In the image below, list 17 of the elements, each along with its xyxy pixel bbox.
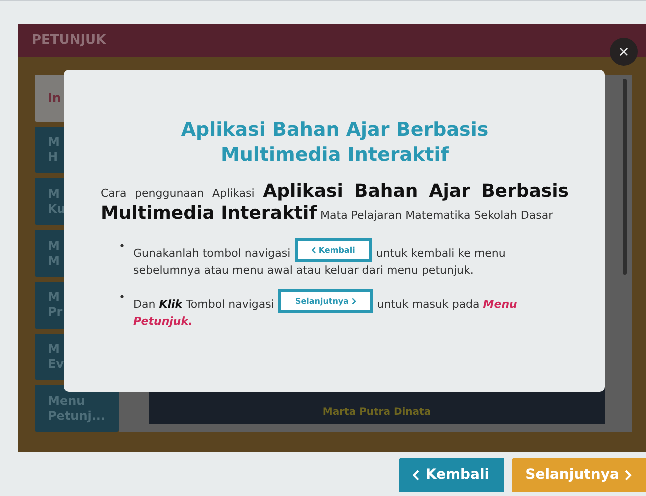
- scrollbar[interactable]: [623, 79, 627, 275]
- instruction-text: Dan Klik Tombol navigasi Selanjutnya untuk masuk pada Menu Petunjuk.: [134, 289, 569, 330]
- back-button[interactable]: Kembali: [399, 458, 504, 492]
- author-name: Marta Putra Dinata: [322, 407, 432, 418]
- nav-button-sample[interactable]: Selanjutnya: [278, 289, 374, 313]
- chevron-right-icon: [352, 298, 356, 304]
- intro-paragraph: Cara penggunaan Aplikasi Aplikasi Bahan Ajar Berbasis Multimedia Interaktif Mata Pelajaran Matematika Sekolah Dasar: [101, 182, 569, 226]
- chevron-right-icon: [625, 470, 632, 480]
- next-button[interactable]: Selanjutnya: [512, 458, 646, 492]
- chevron-left-icon: [413, 470, 420, 480]
- bullet-marker: •: [119, 239, 126, 255]
- dialog-title: Aplikasi Bahan Ajar Berbasis Multimedia Interaktif: [180, 118, 490, 168]
- window-title: PETUNJUK: [32, 33, 106, 48]
- nav-button-sample[interactable]: Kembali: [294, 238, 372, 262]
- bullet-marker: •: [119, 290, 126, 306]
- instruction-text: Gunakanlah tombol navigasi Kembali untuk kembali ke menu sebelumnya atau menu awal atau keluar dari menu petunjuk.: [134, 238, 569, 279]
- chevron-left-icon: [312, 246, 316, 254]
